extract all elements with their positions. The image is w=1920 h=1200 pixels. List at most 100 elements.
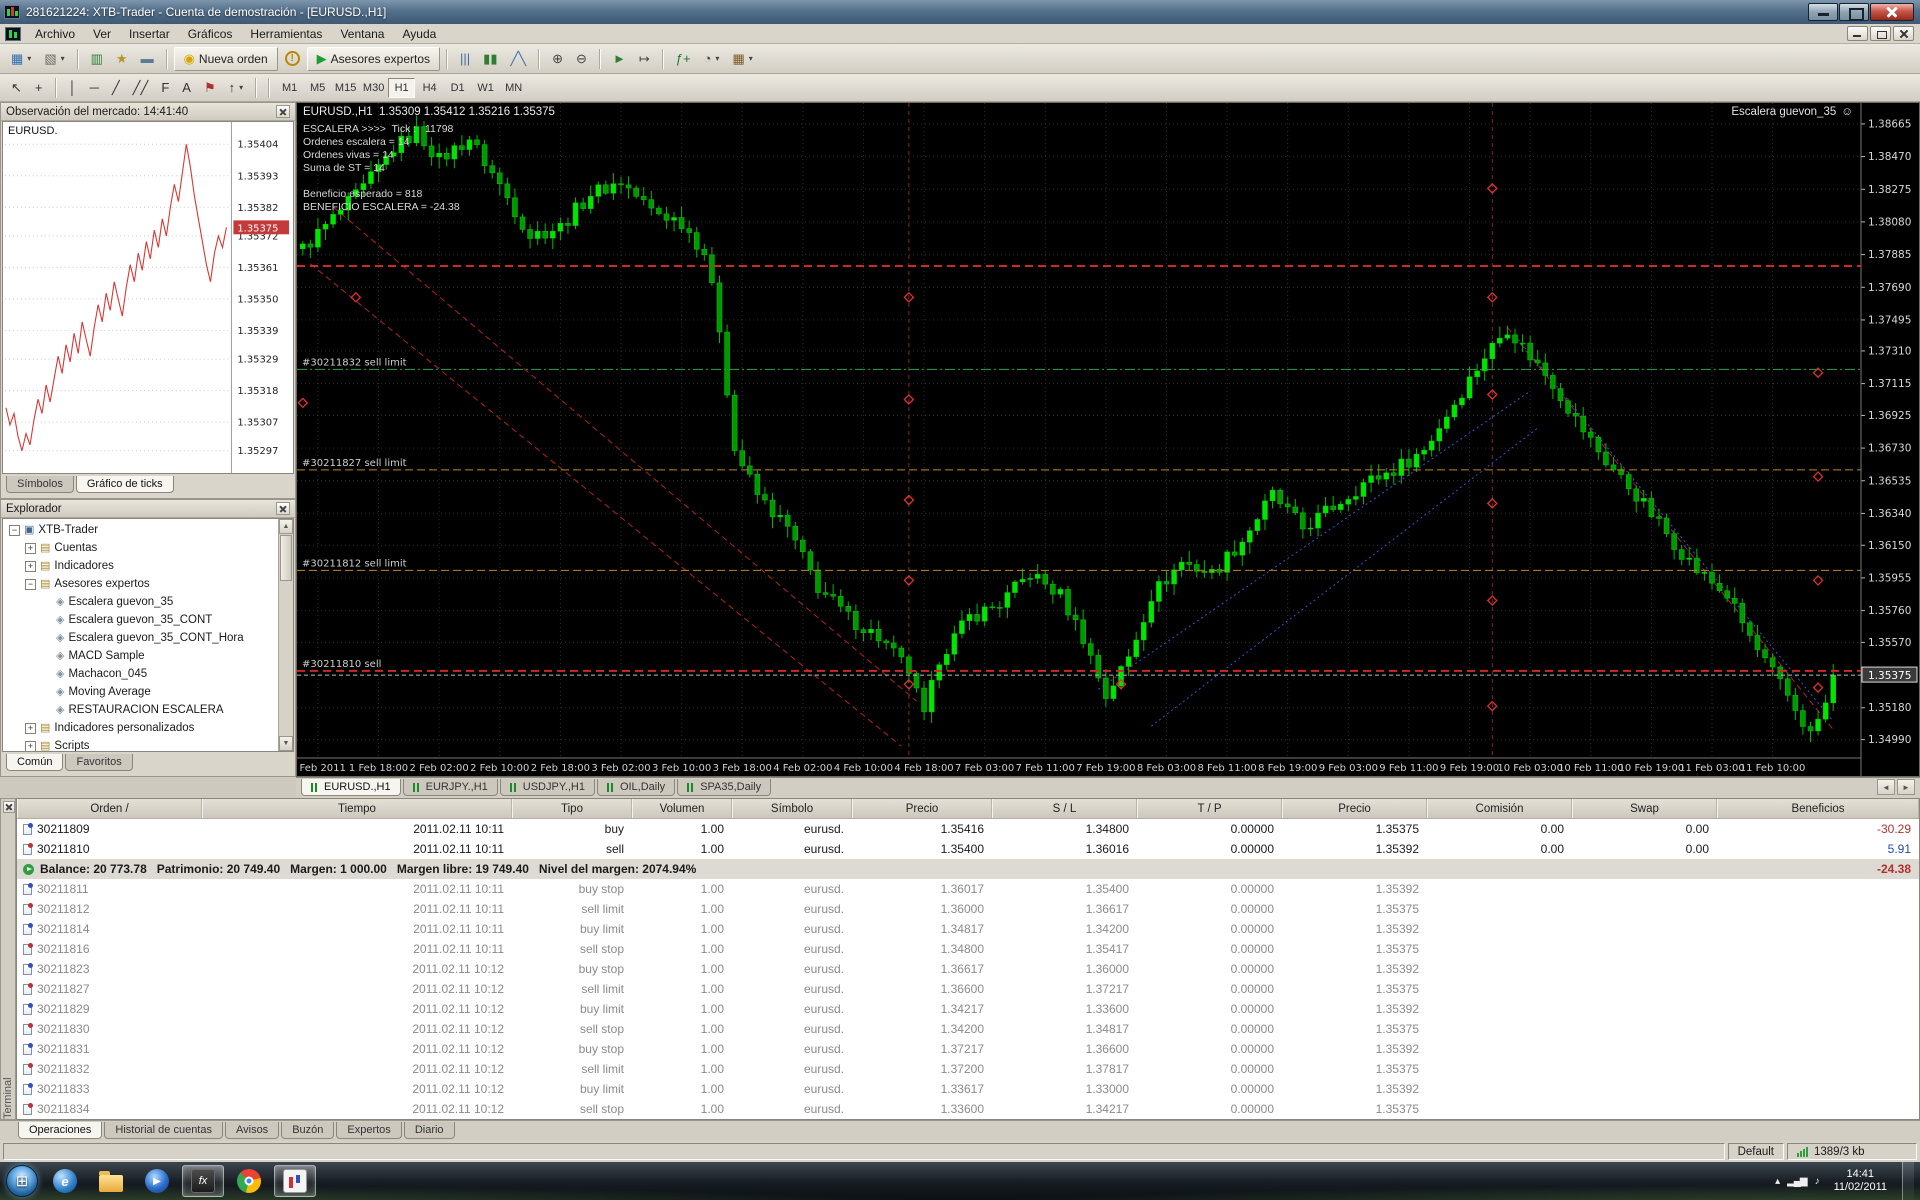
taskbar-metatrader-fx[interactable]: fx [182, 1165, 224, 1197]
zoom-out-button[interactable]: ⊖ [570, 47, 593, 71]
new-chart-button[interactable]: ▦ ▾ [5, 47, 37, 71]
terminal-tab-operaciones[interactable]: Operaciones [18, 1122, 103, 1139]
timeframe-m1[interactable]: M1 [276, 78, 303, 98]
tab-s-mbolos[interactable]: Símbolos [6, 476, 74, 493]
text-label-button[interactable]: ⚑ [198, 76, 222, 100]
crosshair-button[interactable]: + [29, 76, 49, 100]
arrows-button[interactable]: ↑ ▾ [223, 76, 250, 100]
order-row-30211814[interactable]: 30211814 2011.02.11 10:11 buy limit 1.00 eur… [17, 919, 1919, 939]
order-row-30211832[interactable]: 30211832 2011.02.11 10:12 sell limit 1.00 eu… [17, 1059, 1919, 1079]
chart-shift-button[interactable]: ↦ [633, 47, 656, 71]
chart-tab-usdjpy-h1[interactable]: USDJPY.,H1 [499, 779, 595, 796]
column-header-orden[interactable]: Orden / [17, 799, 202, 818]
periods-button[interactable]: ◔ ▾ [698, 47, 726, 71]
column-header-swap[interactable]: Swap [1572, 799, 1717, 818]
horizontal-line-button[interactable]: ─ [84, 76, 105, 100]
close-button[interactable] [1870, 3, 1914, 21]
chart-window-icon[interactable] [5, 26, 21, 41]
chart-candles-button[interactable]: ▮▮ [477, 47, 503, 71]
chart-tab-oil-daily[interactable]: OIL,Daily [596, 779, 676, 796]
ea-status-badge[interactable]: Escalera guevon_35 ☺ [1731, 106, 1853, 118]
minimize-button[interactable] [1808, 3, 1838, 21]
order-row-30211810[interactable]: 30211810 2011.02.11 10:11 sell 1.00 eurusd. 1… [17, 839, 1919, 859]
new-order-button[interactable]: ◉ Nueva orden [173, 46, 278, 71]
show-desktop-button[interactable] [1902, 1162, 1914, 1200]
terminal-tab-avisos[interactable]: Avisos [224, 1122, 280, 1139]
child-minimize-button[interactable] [1847, 26, 1868, 41]
tree-item-cuentas[interactable]: + ▤ Cuentas [3, 539, 293, 557]
market-watch-close-icon[interactable] [276, 105, 290, 118]
timeframe-h4[interactable]: H4 [416, 78, 443, 98]
expert-advisors-button[interactable]: ▶ Asesores expertos [306, 46, 441, 71]
expand-icon[interactable]: + [25, 542, 36, 554]
chart-tab-eurusd-h1[interactable]: EURUSD.,H1 [301, 779, 401, 796]
collapse-icon[interactable]: − [25, 578, 36, 590]
tab-gr-fico-de-ticks[interactable]: Gráfico de ticks [75, 476, 174, 493]
tree-item-machacon-045[interactable]: ◈ Machacon_045 [3, 665, 293, 683]
terminal-toggle-button[interactable]: ▬ [135, 47, 160, 71]
timeframe-h1[interactable]: H1 [388, 77, 416, 98]
tray-volume-icon[interactable]: ♪ [1815, 1176, 1820, 1187]
menu-ayuda[interactable]: Ayuda [393, 25, 445, 43]
column-header-s-l[interactable]: S / L [992, 799, 1137, 818]
column-header-beneficios[interactable]: Beneficios [1717, 799, 1919, 818]
taskbar-xtb-trader[interactable] [274, 1165, 316, 1197]
menu-insertar[interactable]: Insertar [120, 25, 179, 43]
cursor-button[interactable]: ↖ [5, 76, 28, 100]
column-header-comisi-n[interactable]: Comisión [1427, 799, 1572, 818]
text-button[interactable]: A [176, 76, 197, 100]
indicators-button[interactable]: ƒ+ [670, 47, 697, 71]
timeframe-mn[interactable]: MN [500, 78, 527, 98]
column-header-t-p[interactable]: T / P [1137, 799, 1282, 818]
menu-herramientas[interactable]: Herramientas [241, 25, 331, 43]
timeframe-m5[interactable]: M5 [304, 78, 331, 98]
column-header-precio-current[interactable]: Precio [1282, 799, 1427, 818]
terminal-close-icon[interactable] [3, 801, 15, 813]
column-header-tiempo[interactable]: Tiempo [202, 799, 512, 818]
timeframe-m30[interactable]: M30 [360, 78, 387, 98]
terminal-tab-historial-de-cuentas[interactable]: Historial de cuentas [104, 1122, 223, 1139]
tree-item-xtb-trader[interactable]: − ▣ XTB-Trader [3, 521, 293, 539]
terminal-tab-diario[interactable]: Diario [403, 1122, 455, 1139]
order-row-30211833[interactable]: 30211833 2011.02.11 10:12 buy limit 1.00 eur… [17, 1079, 1919, 1099]
menu-archivo[interactable]: Archivo [26, 25, 84, 43]
tree-item-escalera-guevon-35[interactable]: ◈ Escalera guevon_35 [3, 593, 293, 611]
column-header-tipo[interactable]: Tipo [512, 799, 632, 818]
start-button[interactable]: ⊞ [6, 1165, 38, 1197]
expand-icon[interactable]: + [25, 560, 36, 572]
order-row-30211809[interactable]: 30211809 2011.02.11 10:11 buy 1.00 eurusd. 1.… [17, 819, 1919, 839]
scrollbar-thumb[interactable] [280, 535, 292, 581]
fibonacci-button[interactable]: F [155, 76, 175, 100]
trendline-button[interactable]: ╱ [106, 76, 126, 100]
tray-hidden-icons-icon[interactable]: ▴ [1775, 1176, 1780, 1187]
column-header-volumen[interactable]: Volumen [632, 799, 732, 818]
chart-tab-eurjpy-h1[interactable]: EURJPY.,H1 [402, 779, 498, 796]
menu-ventana[interactable]: Ventana [331, 25, 393, 43]
tree-item-escalera-guevon-35-cont-hora[interactable]: ◈ Escalera guevon_35_CONT_Hora [3, 629, 293, 647]
timeframe-m15[interactable]: M15 [332, 78, 359, 98]
order-row-30211816[interactable]: 30211816 2011.02.11 10:11 sell stop 1.00 eur… [17, 939, 1919, 959]
taskbar-clock[interactable]: 14:41 11/02/2011 [1828, 1168, 1893, 1194]
expand-icon[interactable]: + [25, 740, 36, 751]
candlestick-chart[interactable]: 1.34990 1.35180 1.35375 1.35570 1.35760 1.359… [297, 103, 1919, 776]
chart-window[interactable]: 1.34990 1.35180 1.35375 1.35570 1.35760 1.359… [296, 102, 1920, 777]
tree-item-indicadores[interactable]: + ▤ Indicadores [3, 557, 293, 575]
collapse-icon[interactable]: − [9, 524, 20, 536]
scroll-right-icon[interactable]: ► [1897, 779, 1915, 795]
child-restore-button[interactable] [1870, 26, 1891, 41]
tray-network-icon[interactable]: ▂▄▆ [1787, 1176, 1807, 1187]
tree-item-scripts[interactable]: + ▤ Scripts [3, 737, 293, 751]
tick-chart[interactable]: 1.354041.353931.353821.353721.353611.353… [3, 122, 293, 473]
scroll-up-icon[interactable]: ▲ [279, 519, 293, 534]
navigator-toggle-button[interactable]: ★ [110, 47, 134, 71]
order-row-30211830[interactable]: 30211830 2011.02.11 10:12 sell stop 1.00 eur… [17, 1019, 1919, 1039]
vertical-line-button[interactable]: │ [63, 76, 83, 100]
tree-item-restauracion-escalera[interactable]: ◈ RESTAURACION ESCALERA [3, 701, 293, 719]
taskbar-media-player[interactable]: ▶ [136, 1165, 178, 1197]
timeframe-w1[interactable]: W1 [472, 78, 499, 98]
taskbar-internet-explorer[interactable]: e [44, 1165, 86, 1197]
tree-item-moving-average[interactable]: ◈ Moving Average [3, 683, 293, 701]
order-row-30211831[interactable]: 30211831 2011.02.11 10:12 buy stop 1.00 euru… [17, 1039, 1919, 1059]
ea-properties-button[interactable]: ! [279, 47, 306, 71]
maximize-button[interactable] [1839, 3, 1869, 21]
